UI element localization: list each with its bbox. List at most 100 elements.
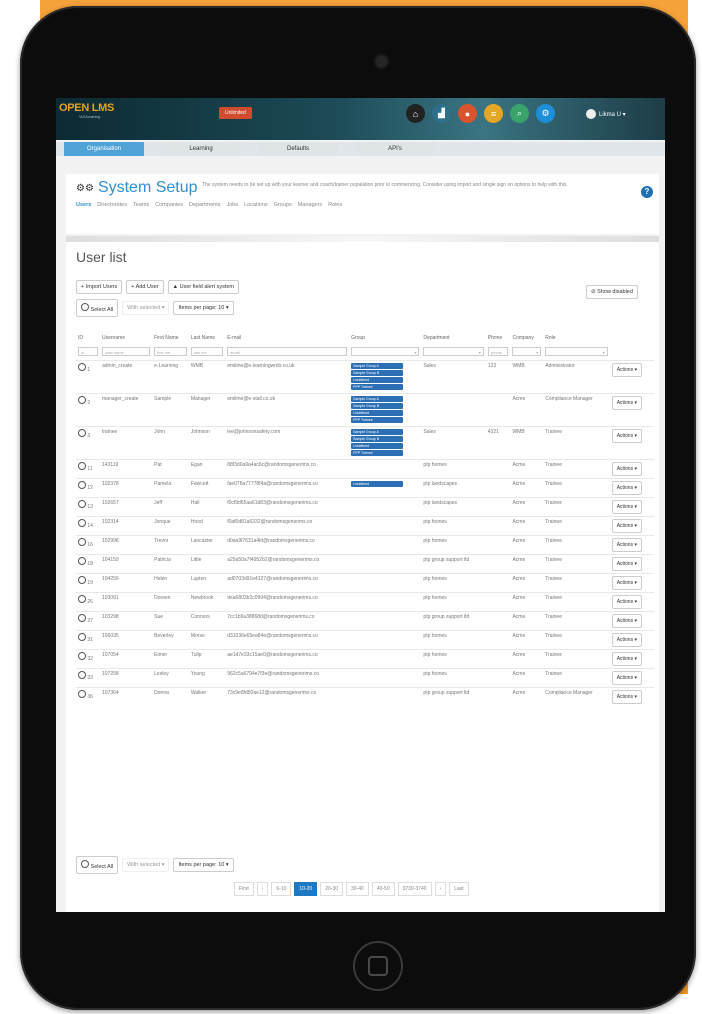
column-header-email[interactable]: E-mail	[225, 322, 349, 342]
subtab-teams[interactable]: Teams	[133, 202, 149, 208]
column-header-username[interactable]: Username	[100, 322, 152, 342]
row-checkbox[interactable]	[78, 396, 86, 404]
row-checkbox[interactable]	[78, 652, 86, 660]
user-menu[interactable]: Likma U ▾	[586, 109, 626, 119]
actions-dropdown[interactable]: Actions ▾	[611, 576, 642, 590]
row-checkbox[interactable]	[78, 519, 86, 527]
page-link[interactable]: ‹	[256, 882, 269, 896]
with-selected-dropdown[interactable]: With selected ▾	[122, 301, 170, 315]
tab-learning[interactable]: Learning	[161, 142, 241, 156]
search-icon[interactable]: ⌕	[510, 104, 529, 123]
company-filter[interactable]: ▾	[512, 346, 542, 356]
row-checkbox[interactable]	[78, 462, 86, 470]
actions-dropdown[interactable]: Actions ▾	[611, 633, 642, 647]
page-link[interactable]: 40-50	[371, 882, 395, 896]
row-id: 16	[87, 542, 93, 548]
group-filter[interactable]: ▾	[351, 346, 420, 356]
actions-dropdown[interactable]: Actions ▾	[611, 429, 642, 443]
with-selected-bottom-dropdown[interactable]: With selected ▾	[122, 858, 170, 872]
chart-icon[interactable]: ▟	[432, 104, 451, 123]
actions-dropdown[interactable]: Actions ▾	[611, 363, 642, 377]
role-filter[interactable]: ▾	[545, 346, 608, 356]
row-email: ad0703d91e4127@randomsgenerims.co	[225, 573, 350, 593]
select-all-button[interactable]: Select All	[76, 299, 119, 317]
firstname-filter[interactable]: first nm	[154, 346, 187, 356]
column-header-id[interactable]: ID	[76, 322, 100, 342]
row-checkbox[interactable]	[78, 429, 86, 437]
user-icon[interactable]: ●	[458, 104, 477, 123]
phone-filter[interactable]: phone	[487, 346, 509, 356]
subtab-users[interactable]: Users	[76, 202, 91, 208]
column-header-role[interactable]: Role	[543, 322, 609, 342]
department-filter[interactable]: ▾	[423, 346, 484, 356]
import-users-button[interactable]: + Import Users	[76, 280, 123, 294]
row-checkbox[interactable]	[78, 576, 86, 584]
tab-defaults[interactable]: Defaults	[258, 142, 338, 156]
subtab-locations[interactable]: Locations	[244, 202, 268, 208]
page-link[interactable]: ›	[434, 882, 447, 896]
logo[interactable]: OPEN LMS VLE/Learning	[59, 102, 114, 119]
alert-system-button[interactable]: ▲ User field alert system	[167, 280, 239, 294]
actions-dropdown[interactable]: Actions ▾	[611, 671, 642, 685]
help-icon[interactable]: ?	[641, 186, 653, 198]
column-header-phone[interactable]: Phone	[486, 322, 511, 342]
select-all-bottom-button[interactable]: Select All	[76, 856, 119, 874]
page-link[interactable]: 3730-3740	[397, 882, 432, 896]
actions-dropdown[interactable]: Actions ▾	[611, 462, 642, 476]
subtab-directorates[interactable]: Directorates	[97, 202, 127, 208]
items-per-page-dropdown[interactable]: Items per page: 10 ▾	[173, 301, 234, 315]
actions-dropdown[interactable]: Actions ▾	[611, 557, 642, 571]
row-checkbox[interactable]	[78, 671, 86, 679]
items-per-page-bottom-dropdown[interactable]: Items per page: 10 ▾	[173, 858, 234, 872]
column-header-group[interactable]: Group	[349, 322, 421, 342]
setup-subtabs: Users Directorates Teams Companies Departmen…	[76, 202, 342, 208]
row-checkbox[interactable]	[78, 538, 86, 546]
actions-dropdown[interactable]: Actions ▾	[611, 595, 642, 609]
email-filter[interactable]: email	[227, 346, 348, 356]
row-checkbox[interactable]	[78, 633, 86, 641]
lastname-filter[interactable]: last nm	[190, 346, 224, 356]
tab-organisation[interactable]: Organisation	[64, 142, 144, 156]
page-link[interactable]: 10-20	[294, 882, 318, 896]
actions-dropdown[interactable]: Actions ▾	[611, 652, 642, 666]
column-header-lastname[interactable]: Last Name	[189, 322, 225, 342]
page-link[interactable]: 20-30	[320, 882, 344, 896]
row-checkbox[interactable]	[78, 614, 86, 622]
tab-apis[interactable]: API's	[355, 142, 435, 156]
row-phone	[485, 573, 511, 593]
actions-dropdown[interactable]: Actions ▾	[611, 519, 642, 533]
actions-dropdown[interactable]: Actions ▾	[611, 538, 642, 552]
page-link[interactable]: First	[234, 882, 254, 896]
add-user-button[interactable]: + Add User	[126, 280, 164, 294]
row-checkbox[interactable]	[78, 690, 86, 698]
home-button[interactable]	[353, 941, 403, 991]
page-link[interactable]: Last	[449, 882, 469, 896]
row-checkbox[interactable]	[78, 557, 86, 565]
username-filter[interactable]: user name	[102, 346, 151, 356]
settings-icon[interactable]: ⚙	[536, 104, 555, 123]
id-filter[interactable]: id	[78, 346, 98, 356]
subtab-roles[interactable]: Roles	[328, 202, 342, 208]
actions-dropdown[interactable]: Actions ▾	[611, 690, 642, 704]
row-checkbox[interactable]	[78, 595, 86, 603]
actions-dropdown[interactable]: Actions ▾	[611, 481, 642, 495]
column-header-firstname[interactable]: First Name	[152, 322, 189, 342]
reports-icon[interactable]: ≡	[484, 104, 503, 123]
subtab-jobs[interactable]: Jobs	[226, 202, 238, 208]
column-header-company[interactable]: Company	[510, 322, 543, 342]
show-disabled-button[interactable]: ⊘ Show disabled	[586, 280, 638, 299]
row-checkbox[interactable]	[78, 481, 86, 489]
actions-dropdown[interactable]: Actions ▾	[611, 396, 642, 410]
actions-dropdown[interactable]: Actions ▾	[611, 614, 642, 628]
actions-dropdown[interactable]: Actions ▾	[611, 500, 642, 514]
subtab-departments[interactable]: Departments	[189, 202, 221, 208]
home-icon[interactable]: ⌂	[406, 104, 425, 123]
subtab-companies[interactable]: Companies	[155, 202, 183, 208]
subtab-groups[interactable]: Groups	[274, 202, 292, 208]
page-link[interactable]: 30-40	[346, 882, 369, 896]
subtab-managers[interactable]: Managers	[298, 202, 322, 208]
row-checkbox[interactable]	[78, 500, 86, 508]
page-link[interactable]: 6-10	[271, 882, 292, 896]
row-checkbox[interactable]	[78, 363, 86, 371]
column-header-department[interactable]: Department	[421, 322, 485, 342]
